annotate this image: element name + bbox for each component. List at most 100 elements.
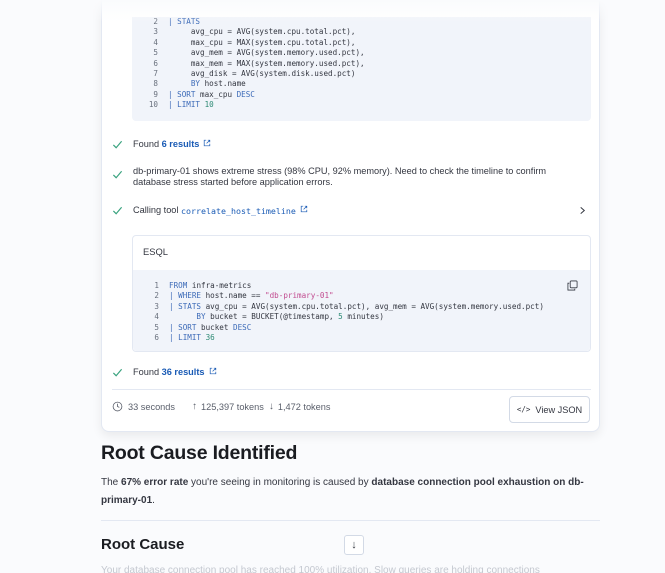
- code-token: avg_mem = AVG(system.memory.used.pct),: [168, 48, 365, 58]
- line-number: 8: [153, 79, 158, 89]
- found-prefix: Found: [133, 139, 162, 149]
- reasoning-card: 2 | STATS 3 avg_cpu = AVG(system.cpu.total…: [101, 0, 600, 432]
- line-number: 9: [153, 89, 158, 99]
- download-button[interactable]: ↓: [344, 535, 364, 555]
- code-token: 10: [200, 100, 214, 110]
- found-results-link[interactable]: 36 results: [162, 367, 205, 377]
- code-line: 8 BY host.name: [132, 79, 246, 89]
- step-analysis: db-primary-01 shows extreme stress (98% …: [112, 166, 582, 188]
- section-divider: [101, 520, 600, 521]
- summary-text: The: [101, 477, 122, 488]
- code-line: 2 | STATS: [132, 17, 200, 27]
- line-number: 2: [153, 17, 158, 26]
- arrow-down-icon: ↓: [268, 401, 274, 412]
- code-line: 3 | STATS avg_cpu = AVG(system.cpu.total.…: [133, 301, 544, 312]
- code-token: host.name: [200, 79, 246, 89]
- line-number: 7: [153, 69, 158, 78]
- check-icon: [112, 368, 123, 377]
- line-number: 3: [154, 301, 159, 311]
- code-token: BY: [169, 312, 206, 322]
- copy-icon[interactable]: [567, 280, 578, 291]
- code-token: avg_cpu = AVG(system.cpu.total.pct),: [168, 27, 356, 37]
- output-tokens: 1,472 tokens: [277, 401, 331, 412]
- line-number: 6: [154, 333, 159, 342]
- check-icon: [112, 170, 123, 179]
- report-title: Root Cause Identified: [101, 442, 298, 464]
- code-token: bucket: [196, 322, 234, 332]
- analysis-text: db-primary-01 shows extreme stress (98% …: [133, 166, 547, 187]
- code-line: 6 | LIMIT 36: [133, 333, 215, 343]
- code-token: BY: [168, 79, 201, 89]
- summary-text: .: [152, 494, 155, 506]
- code-line: 6 max_mem = MAX(system.memory.used.pct),: [132, 58, 365, 69]
- esql-title: ESQL: [143, 246, 169, 257]
- line-number: 4: [154, 312, 159, 322]
- view-json-label: View JSON: [535, 404, 583, 415]
- code-token: 36: [201, 333, 215, 342]
- code-line: 3 avg_cpu = AVG(system.cpu.total.pct),: [132, 27, 355, 37]
- external-link-icon[interactable]: [209, 367, 217, 375]
- code-token: max_cpu = MAX(system.cpu.total.pct),: [168, 37, 356, 47]
- code-token: max_cpu: [195, 89, 237, 99]
- found-prefix: Found: [133, 367, 162, 377]
- line-number: 5: [153, 48, 158, 58]
- check-icon: [112, 206, 123, 215]
- code-token: | STATS: [168, 17, 201, 26]
- code-line: 5 | SORT bucket DESC: [133, 323, 251, 333]
- step-calling-tool[interactable]: Calling tool correlate_host_timeline: [112, 205, 591, 216]
- step-found-6-results: Found 6 results: [112, 139, 211, 150]
- arrow-down-icon: ↓: [351, 539, 357, 551]
- code-icon: </>: [516, 405, 531, 414]
- input-tokens: 125,397 tokens: [201, 401, 264, 412]
- code-token: DESC: [236, 89, 255, 99]
- code-line: 1 FROM infra-metrics: [133, 281, 251, 291]
- code-token: FROM: [169, 281, 188, 290]
- check-icon: [112, 140, 123, 149]
- stats-footer: 33 seconds ↑ 125,397 tokens ↓ 1,472 toke…: [112, 401, 330, 412]
- step-found-36-results: Found 36 results: [112, 367, 217, 378]
- duration: 33 seconds: [128, 401, 175, 412]
- esql-code-block: 1 FROM infra-metrics 2 | WHERE host.name ==…: [133, 270, 590, 351]
- summary-text: you're seeing in monitoring is caused by: [188, 477, 372, 488]
- line-number: 5: [154, 322, 159, 332]
- tool-name[interactable]: correlate_host_timeline: [181, 206, 296, 216]
- code-token: avg_cpu = AVG(system.cpu.total.pct), avg…: [201, 301, 544, 311]
- esql-panel: ESQL 1 FROM infra-metrics 2 | WHERE host.na…: [132, 235, 591, 352]
- faded-paragraph: Your database connection pool has reache…: [101, 565, 540, 573]
- code-token: max_mem = MAX(system.memory.used.pct),: [168, 58, 365, 68]
- clock-icon: [112, 401, 123, 412]
- code-line: 7 avg_disk = AVG(system.disk.used.pct): [132, 69, 355, 79]
- arrow-up-icon: ↑: [192, 401, 197, 412]
- code-token: | STATS: [169, 301, 202, 311]
- external-link-icon[interactable]: [300, 205, 308, 213]
- line-number: 3: [153, 27, 158, 37]
- query-code-block-1: 2 | STATS 3 avg_cpu = AVG(system.cpu.total…: [132, 17, 591, 121]
- line-number: 1: [154, 281, 159, 290]
- footer-divider: [112, 389, 591, 390]
- code-token: host.name ==: [201, 291, 266, 301]
- section-title: Root Cause: [101, 536, 185, 553]
- line-number: 10: [148, 100, 158, 110]
- code-token: minutes): [342, 312, 384, 322]
- external-link-icon[interactable]: [203, 139, 211, 147]
- found-results-link[interactable]: 6 results: [162, 139, 200, 149]
- line-number: 4: [153, 37, 158, 47]
- code-token: | SORT: [169, 322, 197, 332]
- code-token: | LIMIT: [168, 100, 201, 110]
- code-line: 9 | SORT max_cpu DESC: [132, 89, 255, 100]
- line-number: 6: [153, 58, 158, 68]
- code-token: avg_disk = AVG(system.disk.used.pct): [168, 69, 356, 78]
- view-json-button[interactable]: </> View JSON: [509, 396, 590, 423]
- code-token: infra-metrics: [187, 281, 252, 290]
- code-token: | SORT: [168, 89, 196, 99]
- line-number: 2: [154, 291, 159, 301]
- code-token: DESC: [233, 322, 252, 332]
- code-token: | WHERE: [169, 291, 202, 301]
- code-line: 2 | WHERE host.name == "db-primary-01": [133, 291, 333, 301]
- code-line: 5 avg_mem = AVG(system.memory.used.pct),: [132, 48, 365, 58]
- chevron-right-icon[interactable]: [578, 206, 587, 215]
- code-line: 4 max_cpu = MAX(system.cpu.total.pct),: [132, 38, 355, 48]
- code-token: bucket = BUCKET(@timestamp,: [205, 312, 339, 322]
- code-line: 10 | LIMIT 10: [132, 100, 214, 110]
- calling-prefix: Calling tool: [133, 205, 182, 215]
